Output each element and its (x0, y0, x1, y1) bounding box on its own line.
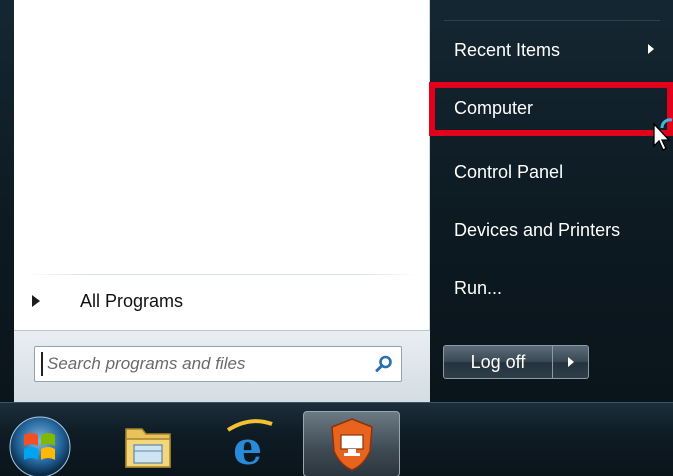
mouse-cursor-icon (653, 118, 673, 151)
devices-and-printers-menu-item[interactable]: Devices and Printers (440, 208, 660, 252)
windows-explorer-folder-icon (125, 428, 171, 468)
devices-and-printers-label: Devices and Printers (454, 219, 621, 240)
all-programs-label: All Programs (80, 290, 184, 311)
programs-divider (28, 274, 416, 275)
chevron-right-icon (567, 357, 574, 367)
search-icon[interactable] (367, 347, 401, 381)
recent-items-label: Recent Items (454, 39, 561, 60)
run-menu-item[interactable]: Run... (440, 266, 660, 310)
remote-desktop-app-button[interactable] (303, 411, 400, 476)
shutdown-options-button[interactable] (553, 345, 589, 379)
internet-explorer-icon: e (226, 419, 273, 474)
log-off-label: Log off (470, 351, 526, 372)
search-input[interactable] (41, 352, 367, 376)
control-panel-label: Control Panel (454, 161, 564, 182)
log-off-button[interactable]: Log off (443, 345, 553, 379)
remote-desktop-app-icon (330, 418, 373, 471)
submenu-arrow-icon (648, 44, 654, 54)
windows-start-orb-icon (9, 416, 71, 476)
recent-items-menu-item[interactable]: Recent Items (440, 28, 660, 72)
programs-pane (14, 0, 430, 330)
start-button[interactable] (2, 411, 78, 476)
right-pane-separator (444, 20, 660, 21)
internet-explorer-button[interactable]: e (214, 411, 286, 476)
run-label: Run... (454, 277, 503, 298)
svg-text:e: e (233, 421, 262, 474)
all-programs-button[interactable]: All Programs (28, 284, 418, 318)
expand-arrow-icon (32, 295, 40, 307)
taskbar: e (0, 402, 673, 476)
control-panel-menu-item[interactable]: Control Panel (440, 150, 660, 194)
search-box[interactable] (34, 346, 402, 382)
windows-explorer-button[interactable] (112, 411, 184, 476)
computer-highlight-box (429, 82, 673, 136)
logoff-group: Log off (443, 345, 589, 379)
